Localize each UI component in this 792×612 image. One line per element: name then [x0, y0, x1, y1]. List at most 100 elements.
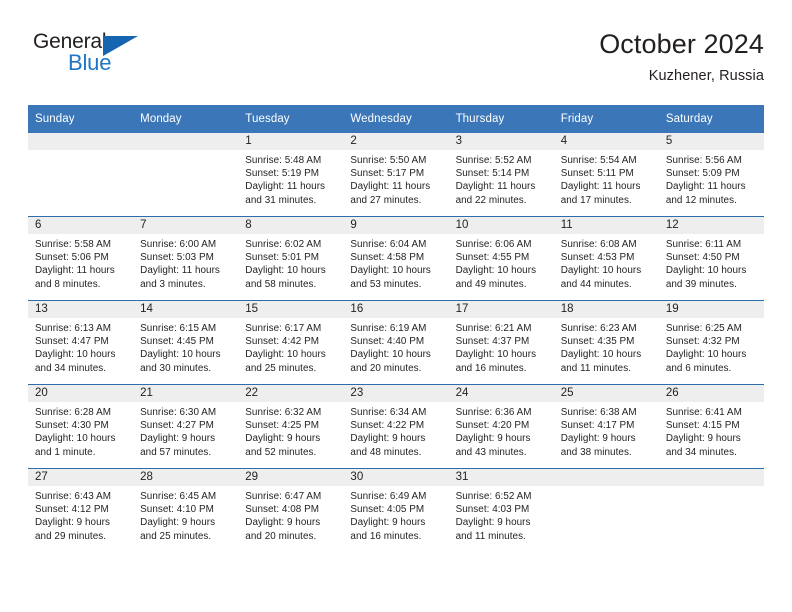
page-title: October 2024	[599, 29, 764, 59]
day-cell-content: 6 Sunrise: 5:58 AM Sunset: 5:06 PM Daylight…	[28, 217, 134, 300]
day-number	[553, 469, 659, 486]
calendar-day-cell[interactable]: 31 Sunrise: 6:52 AM Sunset: 4:03 PM Dayligh…	[448, 468, 554, 552]
calendar-day-cell[interactable]: 19 Sunrise: 6:25 AM Sunset: 4:32 PM Dayligh…	[658, 300, 764, 385]
day-details: Sunrise: 6:30 AM Sunset: 4:27 PM Daylight:…	[133, 402, 238, 459]
calendar-day-cell[interactable]: 9 Sunrise: 6:04 AM Sunset: 4:58 PM Daylight…	[343, 216, 449, 301]
daylight-duration-line1: Daylight: 10 hours	[350, 349, 431, 361]
day-number: 17	[448, 301, 554, 318]
sunset-time: Sunset: 4:12 PM	[35, 504, 109, 516]
day-details: Sunrise: 6:43 AM Sunset: 4:12 PM Daylight:…	[28, 486, 133, 543]
calendar-day-cell[interactable]: 8 Sunrise: 6:02 AM Sunset: 5:01 PM Daylight…	[238, 216, 344, 301]
sunset-time: Sunset: 4:40 PM	[350, 336, 425, 348]
calendar-day-cell[interactable]: 13 Sunrise: 6:13 AM Sunset: 4:47 PM Dayligh…	[28, 300, 134, 385]
day-details: Sunrise: 5:58 AM Sunset: 5:06 PM Daylight:…	[28, 234, 133, 291]
calendar-day-cell[interactable]: 25 Sunrise: 6:38 AM Sunset: 4:17 PM Dayligh…	[553, 384, 659, 469]
daylight-duration-line1: Daylight: 10 hours	[35, 349, 116, 361]
daylight-duration-line1: Daylight: 9 hours	[140, 517, 216, 529]
day-details: Sunrise: 6:06 AM Sunset: 4:55 PM Daylight:…	[449, 234, 554, 291]
day-number: 2	[343, 133, 449, 150]
calendar-header-row-group: Sunday Monday Tuesday Wednesday Thursday…	[28, 105, 764, 133]
general-blue-logo[interactable]: General Blue	[33, 28, 163, 90]
calendar-day-cell[interactable]: 1 Sunrise: 5:48 AM Sunset: 5:19 PM Daylight…	[238, 133, 344, 217]
sunrise-time: Sunrise: 6:34 AM	[350, 407, 427, 418]
calendar-day-cell[interactable]: 15 Sunrise: 6:17 AM Sunset: 4:42 PM Dayligh…	[238, 300, 344, 385]
day-number: 13	[28, 301, 134, 318]
sunset-time: Sunset: 4:30 PM	[35, 420, 109, 432]
calendar-day-cell[interactable]: 22 Sunrise: 6:32 AM Sunset: 4:25 PM Dayligh…	[238, 384, 344, 469]
day-cell-content	[553, 469, 659, 552]
calendar-day-cell[interactable]: 18 Sunrise: 6:23 AM Sunset: 4:35 PM Dayligh…	[553, 300, 659, 385]
daylight-duration-line2: and 11 minutes.	[560, 362, 631, 374]
sunrise-time: Sunrise: 6:00 AM	[140, 239, 217, 250]
day-cell-content: 7 Sunrise: 6:00 AM Sunset: 5:03 PM Daylight…	[133, 217, 239, 300]
day-details: Sunrise: 6:04 AM Sunset: 4:58 PM Daylight:…	[343, 234, 448, 291]
sunset-time: Sunset: 5:14 PM	[455, 168, 530, 180]
calendar-day-cell[interactable]: 12 Sunrise: 6:11 AM Sunset: 4:50 PM Dayligh…	[658, 216, 764, 301]
day-number: 21	[133, 385, 239, 402]
day-cell-content	[658, 469, 764, 552]
calendar-day-cell[interactable]: 5 Sunrise: 5:56 AM Sunset: 5:09 PM Daylight…	[658, 133, 764, 217]
daylight-duration-line1: Daylight: 10 hours	[35, 433, 116, 445]
day-cell-content: 9 Sunrise: 6:04 AM Sunset: 4:58 PM Daylight…	[343, 217, 449, 300]
sunset-time: Sunset: 4:50 PM	[665, 252, 740, 264]
calendar-day-cell[interactable]: 27 Sunrise: 6:43 AM Sunset: 4:12 PM Dayligh…	[28, 468, 134, 552]
daylight-duration-line2: and 25 minutes.	[245, 362, 317, 374]
day-number: 25	[553, 385, 659, 402]
calendar-day-cell[interactable]: 3 Sunrise: 5:52 AM Sunset: 5:14 PM Daylight…	[448, 133, 554, 217]
calendar-page: General Blue October 2024 Kuzhener, Russ…	[0, 0, 792, 612]
calendar-day-cell[interactable]: 7 Sunrise: 6:00 AM Sunset: 5:03 PM Daylight…	[133, 216, 239, 301]
calendar-day-cell[interactable]: 28 Sunrise: 6:45 AM Sunset: 4:10 PM Dayligh…	[133, 468, 239, 552]
day-number	[28, 133, 134, 150]
calendar-day-cell[interactable]: 17 Sunrise: 6:21 AM Sunset: 4:37 PM Dayligh…	[448, 300, 554, 385]
daylight-duration-line1: Daylight: 9 hours	[35, 517, 110, 529]
daylight-duration-line1: Daylight: 9 hours	[455, 517, 531, 529]
calendar-day-cell[interactable]: 21 Sunrise: 6:30 AM Sunset: 4:27 PM Dayligh…	[133, 384, 239, 469]
day-cell-content: 14 Sunrise: 6:15 AM Sunset: 4:45 PM Dayligh…	[133, 301, 239, 384]
calendar-day-cell[interactable]: 16 Sunrise: 6:19 AM Sunset: 4:40 PM Dayligh…	[343, 300, 449, 385]
day-details: Sunrise: 5:52 AM Sunset: 5:14 PM Daylight:…	[449, 150, 554, 207]
calendar-day-cell[interactable]: 24 Sunrise: 6:36 AM Sunset: 4:20 PM Dayligh…	[448, 384, 554, 469]
day-number: 11	[553, 217, 659, 234]
day-details: Sunrise: 6:25 AM Sunset: 4:32 PM Daylight:…	[659, 318, 764, 375]
daylight-duration-line2: and 17 minutes.	[560, 194, 632, 206]
day-cell-content: 25 Sunrise: 6:38 AM Sunset: 4:17 PM Dayligh…	[553, 385, 659, 468]
daylight-duration-line2: and 27 minutes.	[350, 194, 422, 206]
calendar-day-cell-empty	[553, 468, 659, 552]
calendar-day-cell[interactable]: 2 Sunrise: 5:50 AM Sunset: 5:17 PM Daylight…	[343, 133, 449, 217]
calendar-day-cell[interactable]: 10 Sunrise: 6:06 AM Sunset: 4:55 PM Dayligh…	[448, 216, 554, 301]
sunset-time: Sunset: 4:53 PM	[560, 252, 635, 264]
sunrise-time: Sunrise: 6:06 AM	[455, 239, 532, 250]
day-cell-content: 5 Sunrise: 5:56 AM Sunset: 5:09 PM Daylight…	[658, 133, 764, 216]
daylight-duration-line1: Daylight: 10 hours	[560, 265, 642, 277]
day-number: 3	[448, 133, 554, 150]
calendar-week-row: 13 Sunrise: 6:13 AM Sunset: 4:47 PM Dayligh…	[28, 300, 764, 385]
sunset-time: Sunset: 4:03 PM	[455, 504, 530, 516]
day-details: Sunrise: 6:21 AM Sunset: 4:37 PM Daylight:…	[449, 318, 554, 375]
daylight-duration-line1: Daylight: 9 hours	[350, 433, 426, 445]
daylight-duration-line1: Daylight: 11 hours	[140, 265, 220, 277]
weekday-header-thursday: Thursday	[448, 105, 554, 133]
day-number	[658, 469, 764, 486]
sunrise-sunset-calendar-table: Sunday Monday Tuesday Wednesday Thursday…	[28, 105, 764, 552]
sunrise-time: Sunrise: 6:04 AM	[350, 239, 427, 250]
sunrise-time: Sunrise: 6:45 AM	[140, 491, 217, 502]
calendar-day-cell[interactable]: 6 Sunrise: 5:58 AM Sunset: 5:06 PM Daylight…	[28, 216, 134, 301]
day-details: Sunrise: 6:32 AM Sunset: 4:25 PM Daylight:…	[238, 402, 343, 459]
calendar-day-cell[interactable]: 20 Sunrise: 6:28 AM Sunset: 4:30 PM Dayligh…	[28, 384, 134, 469]
day-cell-content	[28, 133, 134, 216]
daylight-duration-line2: and 31 minutes.	[245, 194, 317, 206]
calendar-day-cell-empty	[658, 468, 764, 552]
calendar-day-cell[interactable]: 4 Sunrise: 5:54 AM Sunset: 5:11 PM Daylight…	[553, 133, 659, 217]
day-cell-content: 1 Sunrise: 5:48 AM Sunset: 5:19 PM Daylight…	[238, 133, 344, 216]
calendar-day-cell[interactable]: 26 Sunrise: 6:41 AM Sunset: 4:15 PM Dayligh…	[658, 384, 764, 469]
sunrise-time: Sunrise: 6:11 AM	[665, 239, 742, 250]
calendar-day-cell[interactable]: 14 Sunrise: 6:15 AM Sunset: 4:45 PM Dayligh…	[133, 300, 239, 385]
calendar-day-cell[interactable]: 23 Sunrise: 6:34 AM Sunset: 4:22 PM Dayligh…	[343, 384, 449, 469]
day-number: 4	[553, 133, 659, 150]
day-details	[659, 486, 764, 490]
calendar-day-cell[interactable]: 30 Sunrise: 6:49 AM Sunset: 4:05 PM Dayligh…	[343, 468, 449, 552]
calendar-day-cell[interactable]: 29 Sunrise: 6:47 AM Sunset: 4:08 PM Dayligh…	[238, 468, 344, 552]
sunrise-time: Sunrise: 6:08 AM	[560, 239, 637, 250]
calendar-day-cell[interactable]: 11 Sunrise: 6:08 AM Sunset: 4:53 PM Dayligh…	[553, 216, 659, 301]
sunset-time: Sunset: 4:25 PM	[245, 420, 320, 432]
